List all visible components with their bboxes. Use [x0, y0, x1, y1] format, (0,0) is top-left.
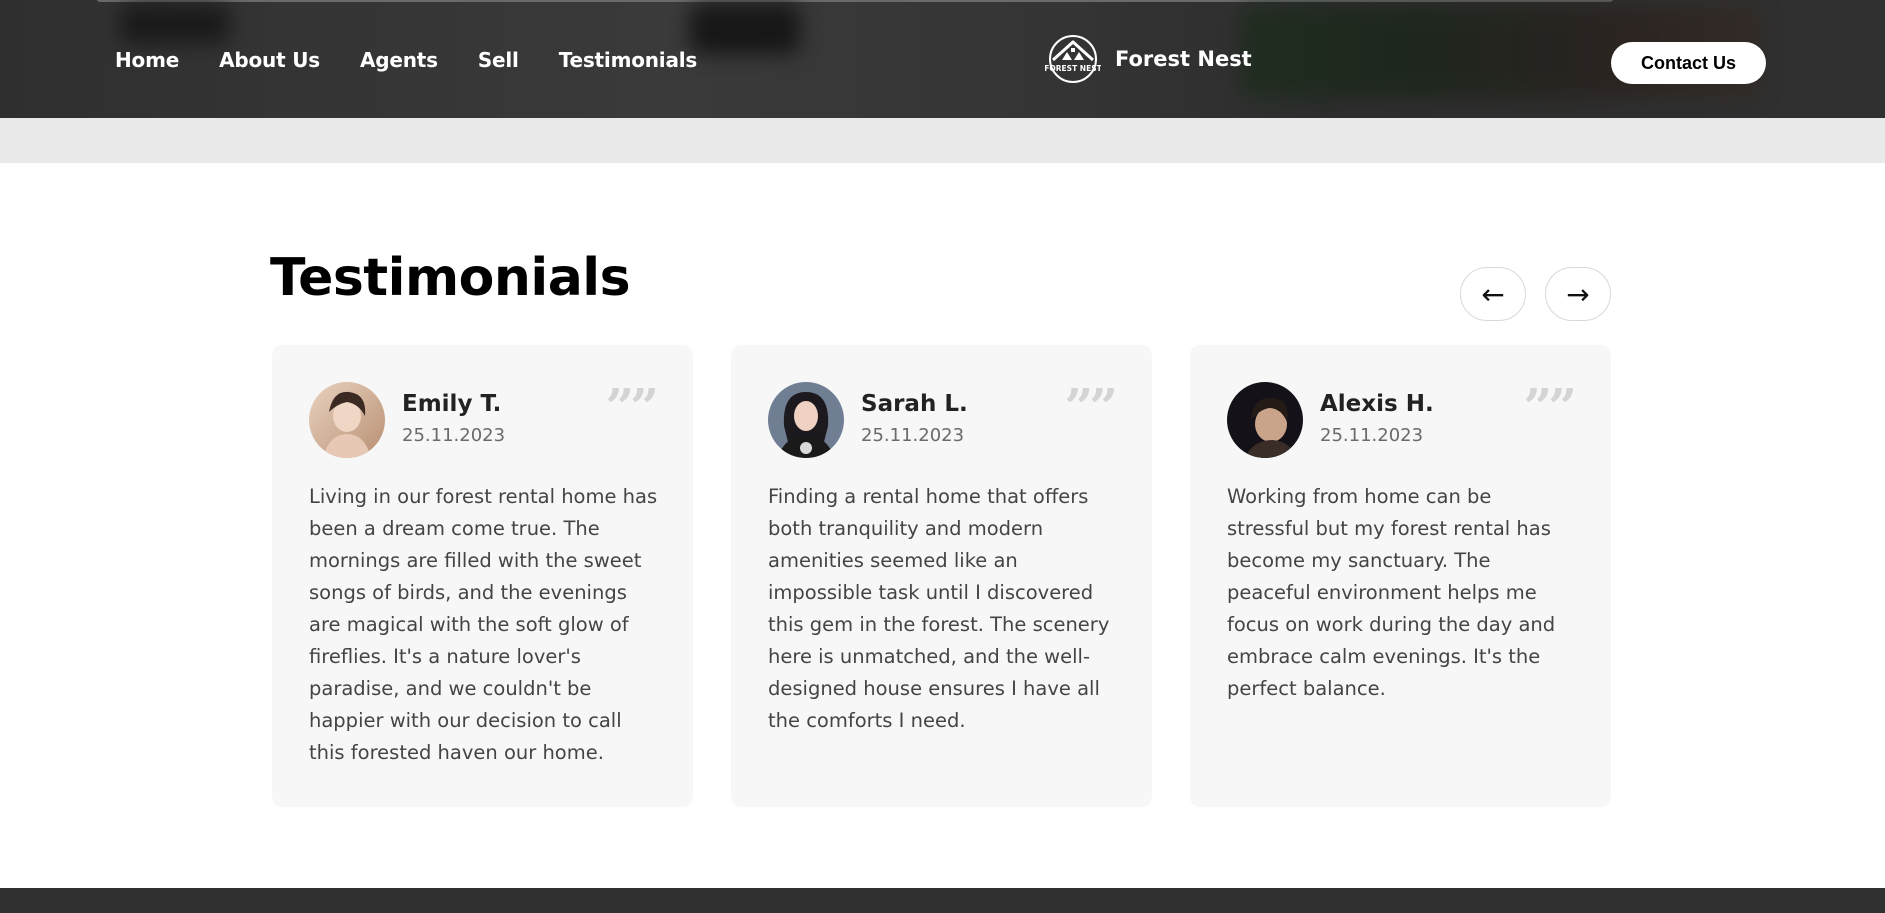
- testimonial-card: Alexis H. 25.11.2023 ”” Working from hom…: [1190, 345, 1611, 807]
- nav-agents[interactable]: Agents: [360, 48, 438, 72]
- review-date: 25.11.2023: [861, 425, 965, 446]
- site-header: Home About Us Agents Sell Testimonials F…: [0, 0, 1885, 118]
- background-blur: [690, 4, 800, 54]
- nav-about-us[interactable]: About Us: [219, 48, 320, 72]
- reviewer-name: Alexis H.: [1320, 391, 1434, 417]
- nav-home[interactable]: Home: [115, 48, 179, 72]
- grey-band: [0, 118, 1885, 163]
- avatar: [309, 382, 385, 458]
- quote-icon: ””: [605, 377, 658, 436]
- next-arrow-button[interactable]: →: [1545, 267, 1611, 321]
- prev-arrow-button[interactable]: ←: [1460, 267, 1526, 321]
- logo-text: FOREST NEST: [1045, 64, 1101, 73]
- review-date: 25.11.2023: [402, 425, 506, 446]
- background-blur: [120, 4, 230, 44]
- nav-sell[interactable]: Sell: [478, 48, 519, 72]
- review-date: 25.11.2023: [1320, 425, 1424, 446]
- reviewer-name: Sarah L.: [861, 391, 968, 417]
- review-text: Finding a rental home that offers both t…: [768, 485, 1110, 732]
- avatar: [1227, 382, 1303, 458]
- footer: [0, 888, 1885, 913]
- contact-us-button[interactable]: Contact Us: [1611, 42, 1766, 84]
- review-text: Living in our forest rental home has bee…: [309, 485, 658, 764]
- avatar: [768, 382, 844, 458]
- section-title: Testimonials: [270, 248, 631, 308]
- quote-icon: ””: [1523, 377, 1576, 436]
- nav-testimonials[interactable]: Testimonials: [559, 48, 698, 72]
- forest-nest-logo-icon: FOREST NEST: [1045, 35, 1101, 83]
- testimonial-card: Sarah L. 25.11.2023 ”” Finding a rental …: [731, 345, 1152, 807]
- brand[interactable]: FOREST NEST Forest Nest: [1045, 34, 1252, 84]
- review-text: Working from home can be stressful but m…: [1227, 485, 1556, 700]
- quote-icon: ””: [1064, 377, 1117, 436]
- testimonial-card: Emily T. 25.11.2023 ”” Living in our for…: [272, 345, 693, 807]
- main-nav: Home About Us Agents Sell Testimonials: [115, 48, 697, 72]
- header-top-strip: [95, 0, 1615, 2]
- reviewer-name: Emily T.: [402, 391, 502, 417]
- brand-name: Forest Nest: [1115, 47, 1252, 71]
